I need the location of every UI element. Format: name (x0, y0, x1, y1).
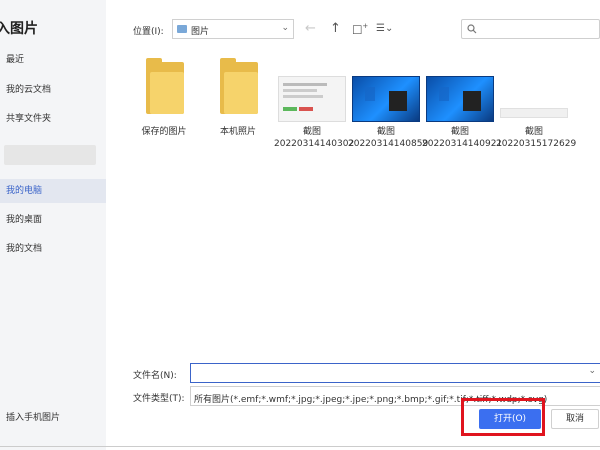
view-options-icon[interactable]: ☰⌄ (376, 23, 393, 34)
search-input[interactable] (461, 19, 600, 39)
dialog-title: 入图片 (0, 21, 38, 37)
location-label: 位置(I): (133, 27, 164, 37)
sidebar-item-desktop[interactable]: 我的桌面 (0, 208, 106, 232)
filetype-value: 所有图片(*.emf;*.wmf;*.jpg;*.jpeg;*.jpe;*.pn… (194, 395, 548, 405)
sidebar-item-my-computer[interactable]: 我的电脑 (0, 179, 106, 203)
sidebar: 入图片 最近 我的云文档 共享文件夹 我的电脑 我的桌面 我的文档 插入手机图片 (0, 0, 106, 450)
chevron-down-icon: ⌄ (281, 23, 289, 33)
image-thumbnail (500, 108, 568, 118)
filetype-select[interactable]: 所有图片(*.emf;*.wmf;*.jpg;*.jpeg;*.jpe;*.pn… (190, 386, 600, 406)
sidebar-item-documents[interactable]: 我的文档 (0, 237, 106, 261)
filetype-label: 文件类型(T): (133, 394, 185, 404)
filename-label: 文件名(N): (133, 371, 177, 381)
file-name: 截图 20220314140302 (274, 127, 355, 149)
open-button[interactable]: 打开(O) (479, 409, 541, 429)
file-list: 保存的图片 本机照片 截图 20220314140302 截图 20220314… (106, 56, 600, 356)
image-thumbnail (278, 76, 346, 122)
file-name: 截图 20220315172629 (496, 127, 577, 149)
sidebar-item-cloud-docs[interactable]: 我的云文档 (0, 78, 106, 102)
filename-row: 文件名(N): ⌄ (106, 363, 600, 383)
filetype-row: 文件类型(T): 所有图片(*.emf;*.wmf;*.jpg;*.jpeg;*… (106, 386, 600, 406)
folder-icon (220, 58, 258, 114)
file-item-image[interactable]: 截图 20220314140921 (422, 56, 503, 150)
back-arrow-icon[interactable]: ← (305, 21, 316, 36)
divider (0, 446, 600, 447)
file-item-image[interactable]: 截图 20220315172629 (496, 56, 577, 150)
cancel-button[interactable]: 取消 (551, 409, 599, 429)
file-name: 截图 20220314140859 (348, 127, 429, 149)
file-item-image[interactable]: 截图 20220314140859 (348, 56, 429, 150)
file-item-image[interactable]: 截图 20220314140302 (274, 56, 355, 150)
file-item-folder[interactable]: 保存的图片 (126, 56, 202, 138)
file-name: 保存的图片 (141, 127, 187, 137)
chevron-down-icon[interactable]: ⌄ (588, 366, 596, 376)
file-item-folder[interactable]: 本机照片 (200, 56, 276, 138)
location-select[interactable]: 图片 ⌄ (172, 19, 294, 39)
file-name: 截图 20220314140921 (422, 127, 503, 149)
toolbar: 位置(I): 图片 ⌄ ← ↑ □+ ☰⌄ (106, 18, 600, 44)
folder-icon (146, 58, 184, 114)
sidebar-item-recent[interactable]: 最近 (0, 48, 106, 72)
new-folder-icon[interactable]: □+ (352, 22, 368, 36)
folder-icon (177, 25, 187, 33)
filename-input[interactable] (190, 363, 600, 383)
insert-phone-image-link[interactable]: 插入手机图片 (6, 410, 60, 423)
sidebar-item-shared-folder[interactable]: 共享文件夹 (0, 107, 106, 131)
file-name: 本机照片 (219, 127, 256, 137)
image-thumbnail (352, 76, 420, 122)
search-icon (467, 24, 477, 34)
location-value: 图片 (191, 27, 210, 37)
up-arrow-icon[interactable]: ↑ (330, 21, 341, 36)
image-thumbnail (426, 76, 494, 122)
sidebar-item-blurred[interactable] (4, 145, 96, 165)
